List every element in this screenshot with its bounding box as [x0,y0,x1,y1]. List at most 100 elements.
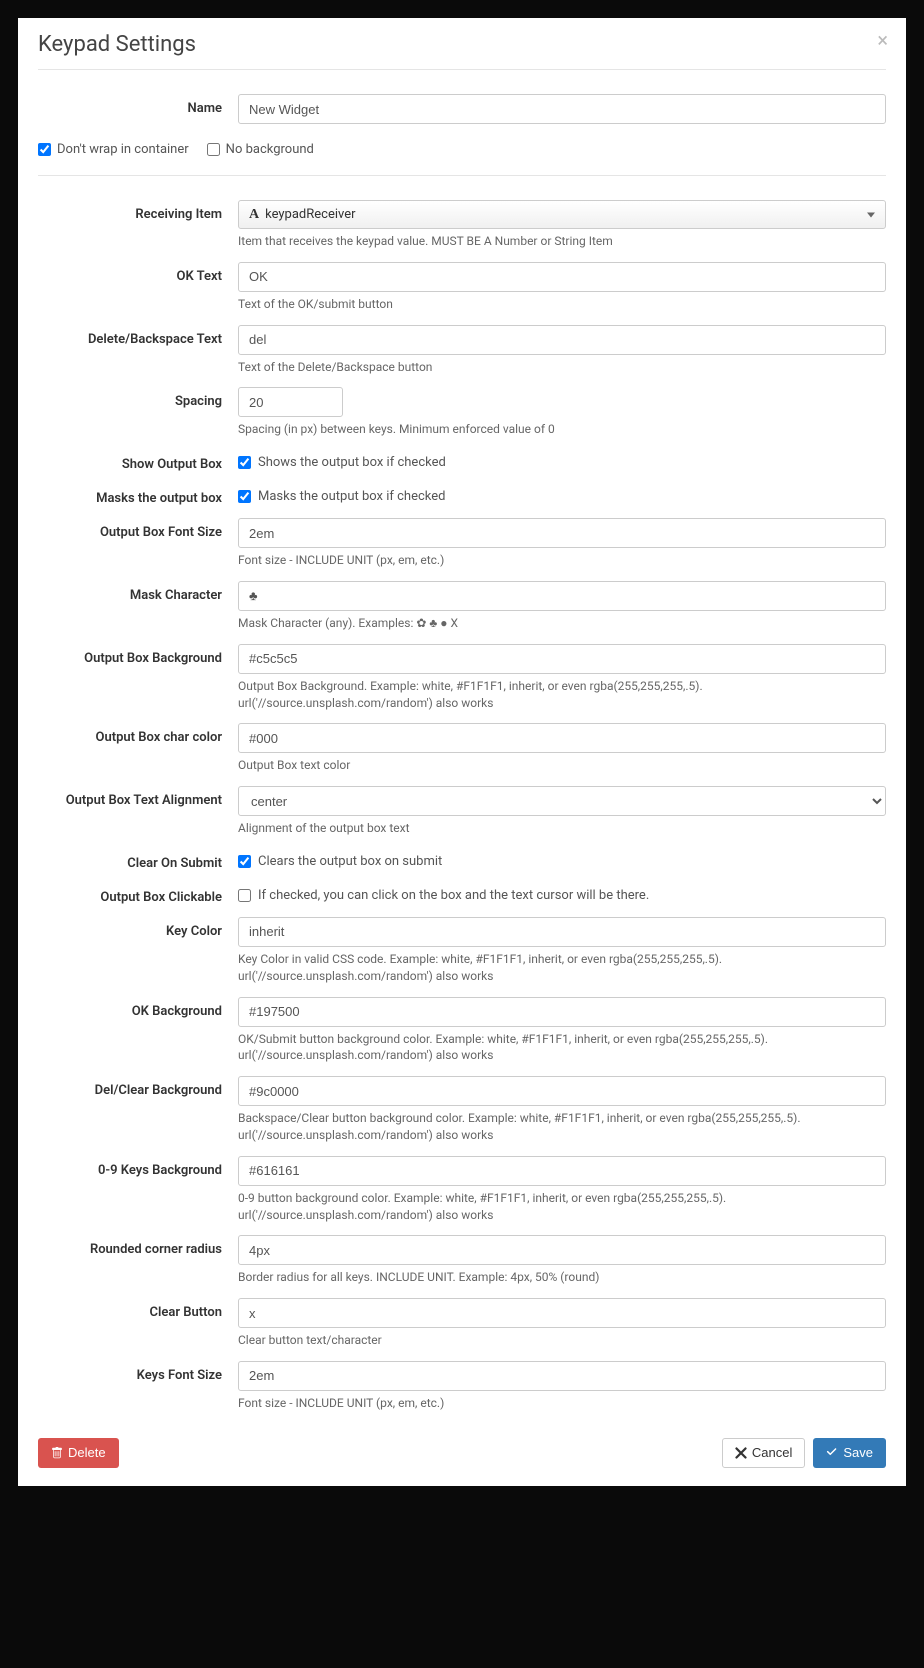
no-background-checkbox[interactable]: No background [207,142,314,157]
chevron-down-icon [867,212,875,217]
save-button[interactable]: Save [813,1438,886,1468]
output-align-select[interactable]: center [238,786,886,816]
settings-modal: × Keypad Settings Name Don't wrap in con… [18,18,906,1486]
output-clickable-input[interactable] [238,889,251,902]
label-del-text: Delete/Backspace Text [38,325,238,347]
text-item-icon: A [249,207,259,223]
help-output-font-size: Font size - INCLUDE UNIT (px, em, etc.) [238,552,886,569]
row-spacing: Spacing Spacing (in px) between keys. Mi… [38,379,886,442]
mask-output-text: Masks the output box if checked [258,489,445,504]
no-background-label: No background [226,142,314,157]
label-keys-font-size: Keys Font Size [38,1361,238,1383]
name-input[interactable] [238,94,886,124]
row-output-clickable: Output Box Clickable If checked, you can… [38,875,886,909]
help-keys-bg: 0-9 button background color. Example: wh… [238,1190,886,1224]
ok-bg-input[interactable] [238,997,886,1027]
label-ok-bg: OK Background [38,997,238,1019]
mask-output-checkbox[interactable]: Masks the output box if checked [238,484,886,504]
help-mask-char: Mask Character (any). Examples: ✿ ♣ ● X [238,615,886,632]
receiving-item-dropdown[interactable]: A keypadReceiver [238,200,886,229]
row-output-bg: Output Box Background Output Box Backgro… [38,636,886,716]
top-checkbox-row: Don't wrap in container No background [38,128,886,175]
label-show-output: Show Output Box [38,450,238,472]
show-output-checkbox[interactable]: Shows the output box if checked [238,450,886,470]
cancel-button[interactable]: Cancel [722,1438,805,1468]
label-clear-btn: Clear Button [38,1298,238,1320]
mask-char-input[interactable] [238,581,886,611]
label-name: Name [38,94,238,116]
no-background-input[interactable] [207,143,220,156]
keys-font-size-input[interactable] [238,1361,886,1391]
row-clear-submit: Clear On Submit Clears the output box on… [38,841,886,875]
output-font-size-input[interactable] [238,518,886,548]
radius-input[interactable] [238,1235,886,1265]
row-radius: Rounded corner radius Border radius for … [38,1227,886,1290]
label-key-color: Key Color [38,917,238,939]
label-radius: Rounded corner radius [38,1235,238,1257]
show-output-text: Shows the output box if checked [258,455,446,470]
clear-submit-checkbox[interactable]: Clears the output box on submit [238,849,886,869]
label-mask-char: Mask Character [38,581,238,603]
label-output-clickable: Output Box Clickable [38,883,238,905]
row-output-color: Output Box char color Output Box text co… [38,715,886,778]
row-del-text: Delete/Backspace Text Text of the Delete… [38,317,886,380]
row-key-color: Key Color Key Color in valid CSS code. E… [38,909,886,989]
help-output-align: Alignment of the output box text [238,820,886,837]
row-clear-btn: Clear Button Clear button text/character [38,1290,886,1353]
output-bg-input[interactable] [238,644,886,674]
help-spacing: Spacing (in px) between keys. Minimum en… [238,421,886,438]
help-radius: Border radius for all keys. INCLUDE UNIT… [238,1269,886,1286]
output-color-input[interactable] [238,723,886,753]
del-text-input[interactable] [238,325,886,355]
row-del-bg: Del/Clear Background Backspace/Clear but… [38,1068,886,1148]
help-clear-btn: Clear button text/character [238,1332,886,1349]
save-label: Save [843,1445,873,1460]
row-output-font-size: Output Box Font Size Font size - INCLUDE… [38,510,886,573]
label-del-bg: Del/Clear Background [38,1076,238,1098]
close-icon[interactable]: × [877,30,888,50]
help-output-color: Output Box text color [238,757,886,774]
key-color-input[interactable] [238,917,886,947]
delete-button[interactable]: Delete [38,1438,119,1468]
label-output-font-size: Output Box Font Size [38,518,238,540]
help-output-bg: Output Box Background. Example: white, #… [238,678,886,712]
clear-submit-input[interactable] [238,855,251,868]
label-output-align: Output Box Text Alignment [38,786,238,808]
modal-footer: Delete Cancel Save [38,1416,886,1468]
row-output-align: Output Box Text Alignment center Alignme… [38,778,886,841]
label-mask-output: Masks the output box [38,484,238,506]
ok-text-input[interactable] [238,262,886,292]
dont-wrap-input[interactable] [38,143,51,156]
del-bg-input[interactable] [238,1076,886,1106]
show-output-input[interactable] [238,456,251,469]
clear-submit-text: Clears the output box on submit [258,854,442,869]
clear-btn-input[interactable] [238,1298,886,1328]
label-ok-text: OK Text [38,262,238,284]
row-receiving-item: Receiving Item A keypadReceiver Item tha… [38,176,886,254]
label-output-color: Output Box char color [38,723,238,745]
help-del-bg: Backspace/Clear button background color.… [238,1110,886,1144]
trash-icon [51,1447,63,1459]
help-ok-text: Text of the OK/submit button [238,296,886,313]
row-name: Name [38,70,886,128]
help-keys-font-size: Font size - INCLUDE UNIT (px, em, etc.) [238,1395,886,1412]
output-clickable-checkbox[interactable]: If checked, you can click on the box and… [238,883,886,903]
check-icon [826,1447,838,1459]
row-mask-output: Masks the output box Masks the output bo… [38,476,886,510]
mask-output-input[interactable] [238,490,251,503]
row-ok-bg: OK Background OK/Submit button backgroun… [38,989,886,1069]
spacing-input[interactable] [238,387,343,417]
keys-bg-input[interactable] [238,1156,886,1186]
label-receiving-item: Receiving Item [38,200,238,222]
cancel-label: Cancel [752,1445,792,1460]
dont-wrap-label: Don't wrap in container [57,142,189,157]
label-spacing: Spacing [38,387,238,409]
modal-title: Keypad Settings [38,32,886,69]
help-del-text: Text of the Delete/Backspace button [238,359,886,376]
dont-wrap-checkbox[interactable]: Don't wrap in container [38,142,189,157]
label-keys-bg: 0-9 Keys Background [38,1156,238,1178]
close-icon [735,1447,747,1459]
row-ok-text: OK Text Text of the OK/submit button [38,254,886,317]
output-clickable-text: If checked, you can click on the box and… [258,888,649,903]
delete-label: Delete [68,1445,106,1460]
